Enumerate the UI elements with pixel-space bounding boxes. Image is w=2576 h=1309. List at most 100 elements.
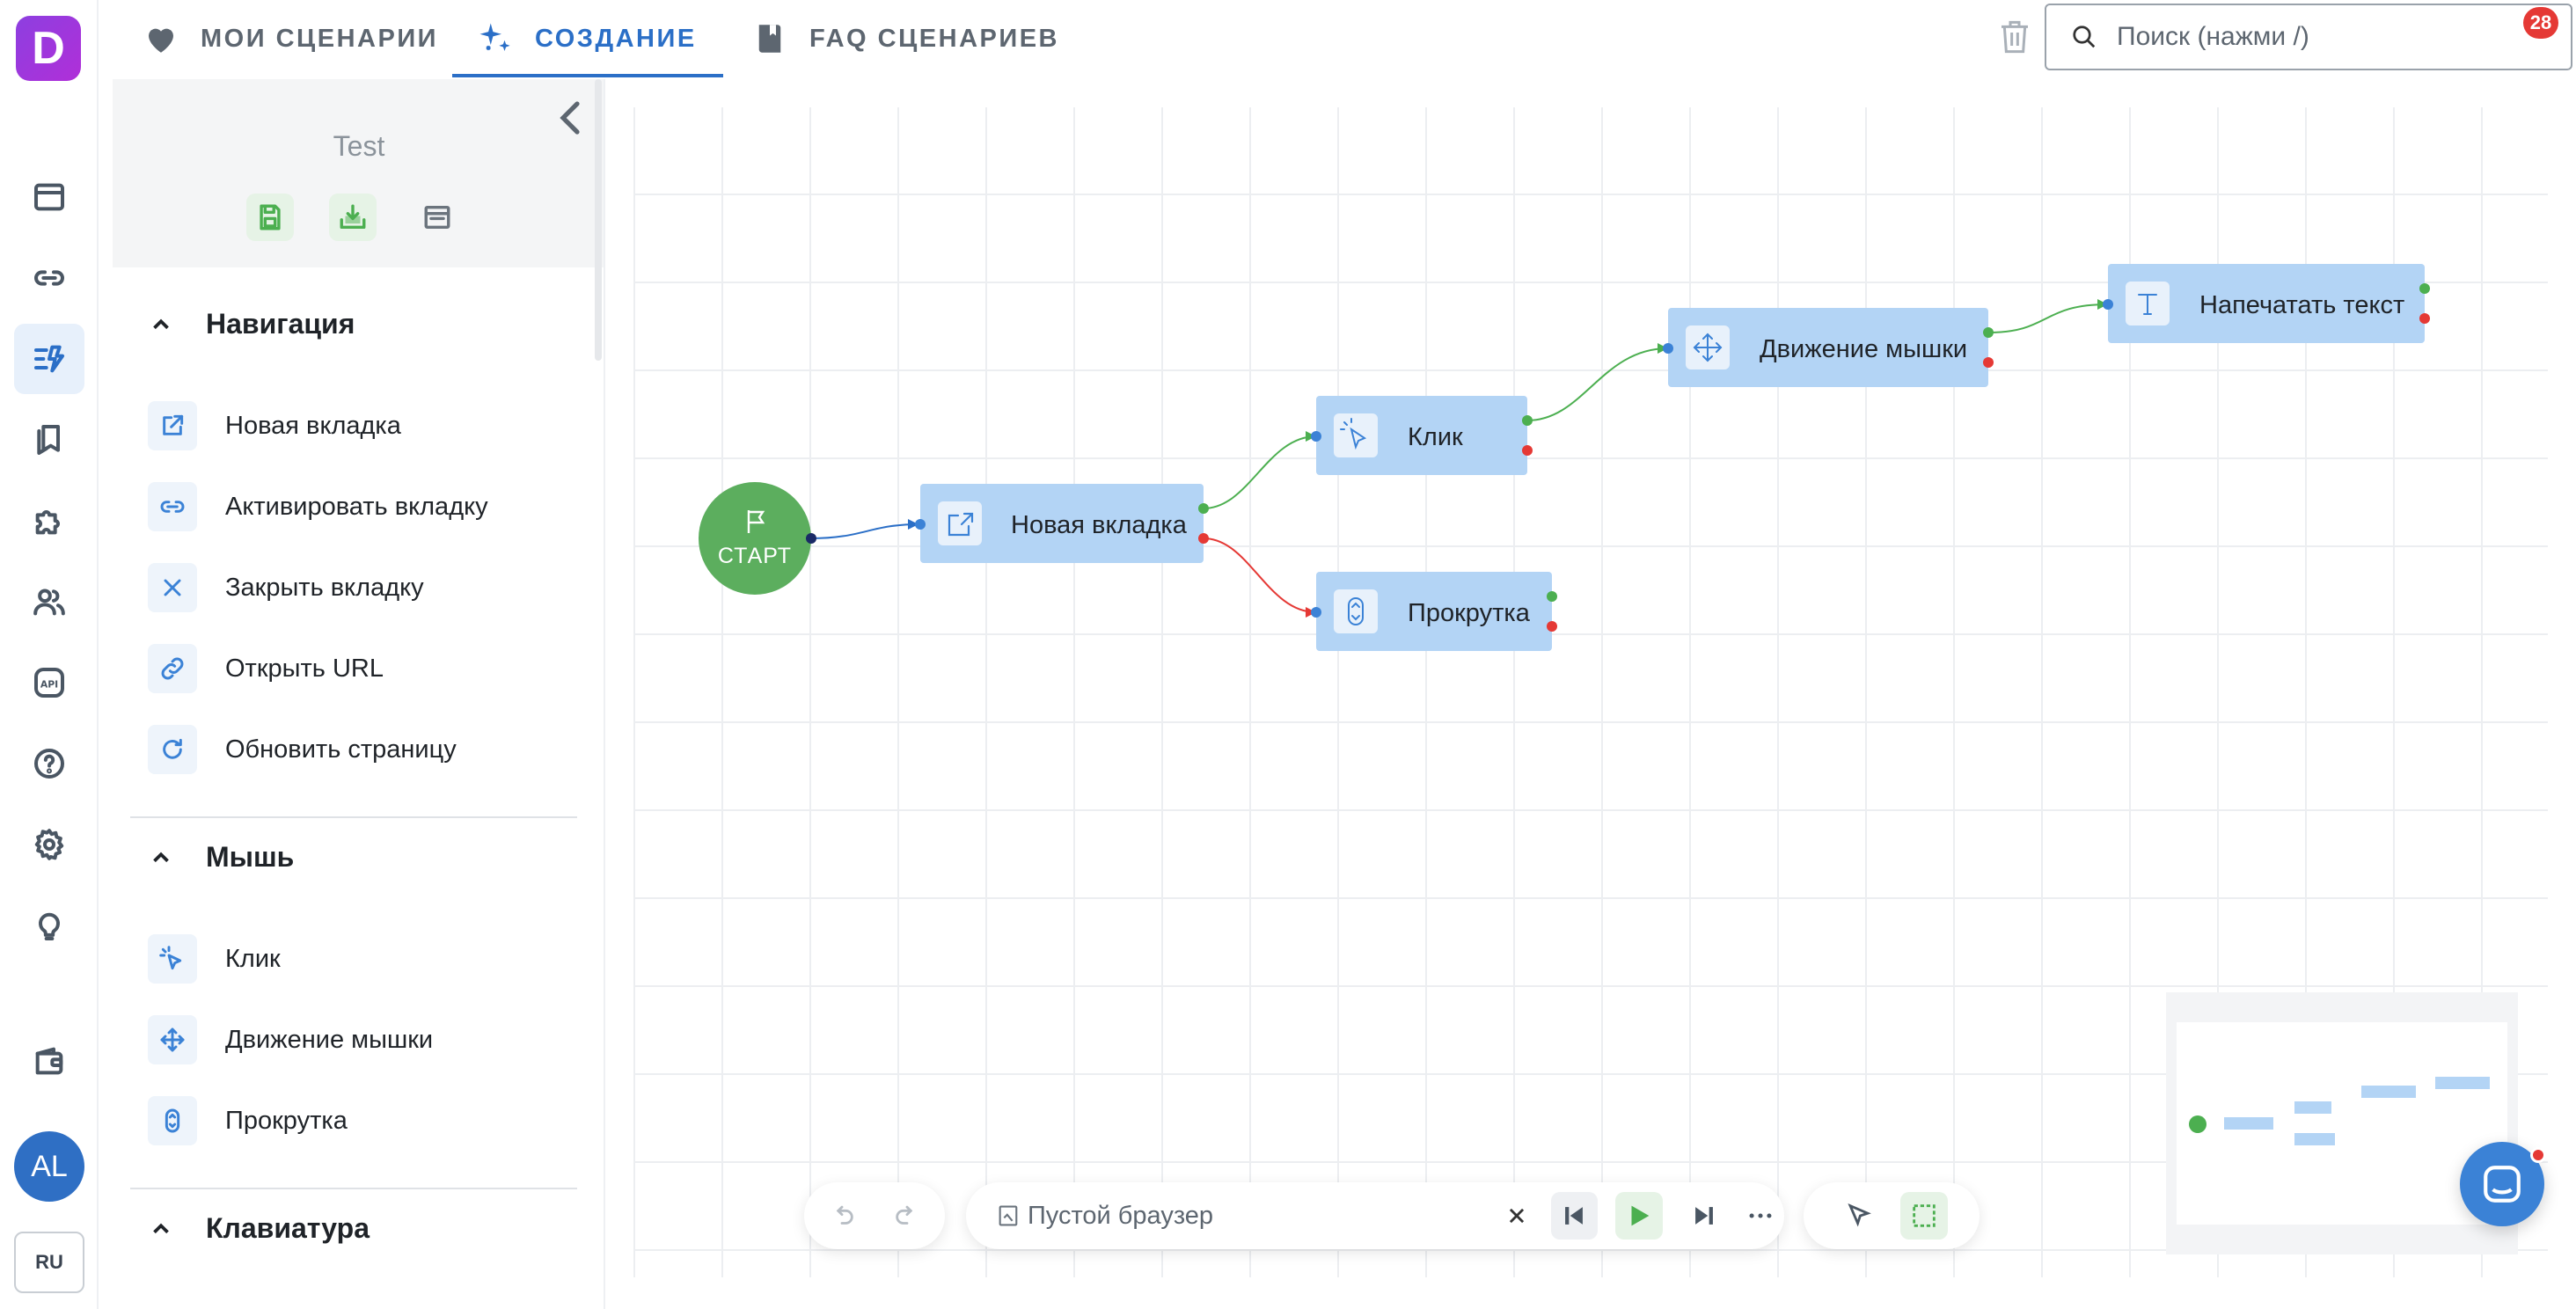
cursor-icon xyxy=(1848,1203,1871,1227)
svg-text:API: API xyxy=(40,678,58,690)
wallet-icon[interactable] xyxy=(14,1026,84,1096)
close-icon xyxy=(1509,1208,1524,1224)
project-title: Test xyxy=(333,130,385,162)
chat-icon xyxy=(2484,1166,2521,1203)
lightbulb-icon[interactable] xyxy=(14,890,84,961)
properties-button[interactable] xyxy=(413,194,461,241)
palette-item-label: Движение мышки xyxy=(225,1025,434,1054)
move-icon xyxy=(160,1027,185,1052)
bookmarks-icon[interactable] xyxy=(14,405,84,475)
users-icon[interactable] xyxy=(14,567,84,637)
notification-badge: 28 xyxy=(2523,7,2558,39)
more-options-button[interactable] xyxy=(1737,1192,1784,1240)
palette-item-activate-tab[interactable]: Активировать вкладку xyxy=(148,480,488,533)
undo-icon xyxy=(836,1205,853,1225)
section-keyboard-header[interactable]: Клавиатура xyxy=(148,1212,370,1245)
trash-icon[interactable] xyxy=(1997,18,2032,56)
settings-icon[interactable] xyxy=(14,809,84,880)
node-label: Движение мышки xyxy=(1760,335,1967,363)
flow-node-type-text[interactable]: Напечатать текст xyxy=(2103,264,2430,343)
more-icon xyxy=(1749,1213,1772,1218)
section-mouse-header[interactable]: Мышь xyxy=(148,841,294,874)
url-link-icon xyxy=(161,657,184,680)
minimap[interactable] xyxy=(2166,992,2518,1254)
selection-toolbar xyxy=(1804,1182,1980,1249)
node-label: Прокрутка xyxy=(1408,599,1531,627)
save-icon xyxy=(260,204,281,230)
tab-faq[interactable]: FAQ СЦЕНАРИЕВ xyxy=(751,0,1059,77)
section-divider xyxy=(130,1188,577,1189)
play-icon xyxy=(1631,1205,1650,1226)
puzzle-icon[interactable] xyxy=(14,486,84,556)
palette-item-label: Открыть URL xyxy=(225,654,384,683)
node-label: Напечатать текст xyxy=(2199,291,2404,319)
palette-item-new-tab[interactable]: Новая вкладка xyxy=(148,399,401,452)
node-label: Новая вкладка xyxy=(1011,511,1188,539)
block-palette: Test Навигация Новая вкладка Активироват… xyxy=(113,79,605,1309)
step-back-button[interactable] xyxy=(1550,1192,1599,1240)
palette-item-label: Новая вкладка xyxy=(225,411,401,440)
search-icon xyxy=(2073,26,2096,48)
book-icon xyxy=(758,25,781,53)
left-rail: D API AL RU xyxy=(0,0,99,1309)
skip-back-icon xyxy=(1565,1207,1584,1225)
chat-unread-dot xyxy=(2530,1147,2546,1163)
scroll-icon xyxy=(165,1108,180,1133)
section-divider xyxy=(130,816,577,818)
run-button[interactable] xyxy=(1615,1192,1664,1240)
chevron-up-icon xyxy=(153,852,169,862)
palette-item-refresh-page[interactable]: Обновить страницу xyxy=(148,723,457,776)
section-title: Клавиатура xyxy=(206,1212,370,1244)
api-icon[interactable]: API xyxy=(14,647,84,718)
language-switch[interactable]: RU xyxy=(14,1232,84,1293)
avatar[interactable]: AL xyxy=(14,1131,84,1202)
undo-button[interactable] xyxy=(818,1192,866,1240)
save-as-button[interactable] xyxy=(329,194,377,241)
tab-my-scenarios[interactable]: МОИ СЦЕНАРИИ xyxy=(143,0,438,77)
close-icon xyxy=(164,579,181,596)
skip-forward-icon xyxy=(1695,1207,1714,1225)
panel-scrollbar[interactable] xyxy=(595,79,602,361)
browser-profile-icon xyxy=(999,1205,1018,1226)
scenario-builder-icon[interactable] xyxy=(14,324,84,394)
select-area-button[interactable] xyxy=(1900,1192,1948,1240)
redo-button[interactable] xyxy=(883,1192,931,1240)
run-toolbar: Пустой браузер xyxy=(966,1182,1784,1249)
clear-browser-button[interactable] xyxy=(1493,1192,1540,1240)
chevron-up-icon xyxy=(153,318,169,329)
chevron-up-icon xyxy=(153,1223,169,1233)
search-box xyxy=(2045,4,2572,70)
save-button[interactable] xyxy=(246,194,294,241)
browser-profile-select[interactable]: Пустой браузер xyxy=(1028,1202,1493,1231)
tab-label: СОЗДАНИЕ xyxy=(535,24,697,53)
palette-item-label: Активировать вкладку xyxy=(225,492,488,521)
tab-create[interactable]: СОЗДАНИЕ xyxy=(452,0,723,77)
select-area-icon xyxy=(1913,1204,1936,1227)
link-icon[interactable] xyxy=(14,243,84,313)
step-forward-button[interactable] xyxy=(1680,1192,1728,1240)
flow-node-mouse-move[interactable]: Движение мышки xyxy=(1663,308,1994,387)
heart-icon xyxy=(149,28,173,53)
window-icon xyxy=(424,205,450,230)
node-label: Клик xyxy=(1408,423,1463,451)
browser-icon[interactable] xyxy=(14,162,84,232)
help-icon[interactable] xyxy=(14,728,84,799)
palette-item-scroll[interactable]: Прокрутка xyxy=(148,1094,348,1147)
flow-node-click[interactable]: Клик xyxy=(1311,396,1533,475)
tab-label: FAQ СЦЕНАРИЕВ xyxy=(809,24,1059,53)
palette-item-open-url[interactable]: Открыть URL xyxy=(148,642,384,695)
pointer-tool-button[interactable] xyxy=(1835,1192,1883,1240)
search-input[interactable] xyxy=(2117,22,2539,52)
section-navigation-header[interactable]: Навигация xyxy=(148,308,355,340)
save-cloud-icon xyxy=(340,204,366,230)
refresh-icon xyxy=(163,738,182,759)
palette-item-click[interactable]: Клик xyxy=(148,932,281,985)
project-header: Test xyxy=(113,79,604,267)
flow-node-new-tab[interactable]: Новая вкладка xyxy=(915,484,1209,563)
app-logo[interactable]: D xyxy=(16,16,81,81)
link-icon xyxy=(160,501,185,513)
palette-item-close-tab[interactable]: Закрыть вкладку xyxy=(148,561,424,614)
palette-item-mouse-move[interactable]: Движение мышки xyxy=(148,1013,433,1066)
section-title: Мышь xyxy=(206,841,295,873)
flow-node-scroll[interactable]: Прокрутка xyxy=(1311,572,1557,651)
